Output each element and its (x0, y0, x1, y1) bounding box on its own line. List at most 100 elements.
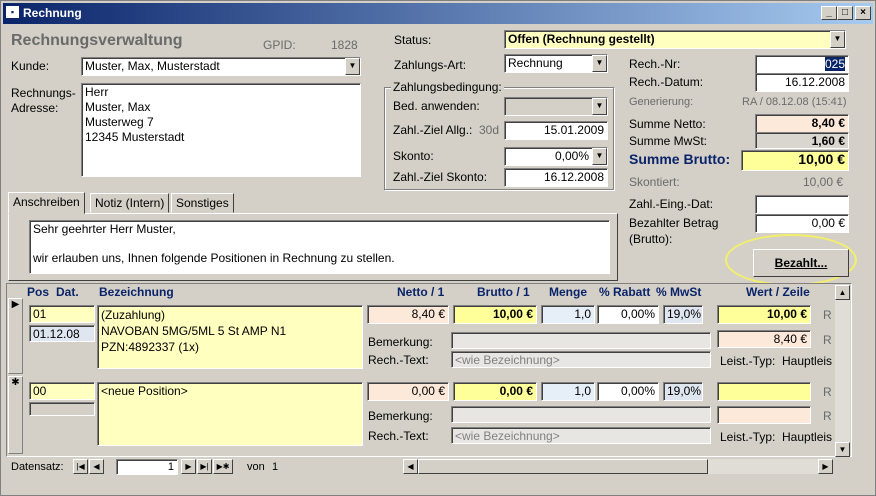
row-invoice-text-label: Rech.-Text: (368, 353, 429, 367)
chevron-down-icon[interactable]: ▼ (830, 31, 845, 48)
first-record-icon[interactable]: |◀ (73, 459, 88, 474)
row-net[interactable]: 8,40 € (367, 305, 449, 324)
row-pos[interactable]: 00 (29, 382, 95, 400)
window-title: Rechnung (23, 6, 82, 20)
col-gross: Brutto / 1 (477, 285, 530, 299)
discount-select[interactable]: 0,00% ▼ (504, 147, 608, 166)
vat-total-label: Summe MwSt: (629, 134, 708, 148)
apply-terms-select[interactable]: ▼ (504, 97, 608, 116)
tab-notiz[interactable]: Notiz (Intern) (90, 193, 170, 213)
row-date[interactable] (29, 402, 95, 416)
net-total-value: 8,40 € (755, 114, 849, 133)
invoice-date-field[interactable]: 16.12.2008 (755, 73, 849, 92)
payment-received-date-label: Zahl.-Eing.-Dat: (629, 197, 714, 211)
payment-received-date-field[interactable] (755, 195, 849, 214)
tab-anschreiben[interactable]: Anschreiben (8, 192, 85, 214)
row-line-gross: 10,00 € (717, 305, 811, 324)
row-gross[interactable]: 0,00 € (453, 382, 537, 401)
scroll-down-icon[interactable]: ▼ (835, 442, 850, 457)
row-line-gross (717, 382, 811, 401)
customer-label: Kunde: (11, 59, 50, 73)
record-total: 1 (272, 461, 279, 473)
address-line: Herr (85, 85, 109, 99)
gpid-value: 1828 (331, 38, 358, 52)
discount-due-field[interactable]: 16.12.2008 (504, 168, 608, 187)
net-total-label: Summe Netto: (629, 117, 706, 131)
row-selector-current[interactable]: ▶ (8, 298, 23, 374)
discounted-label: Skontiert: (629, 175, 680, 189)
status-label: Status: (394, 33, 432, 47)
chevron-down-icon[interactable]: ▼ (345, 58, 360, 75)
paid-button[interactable]: Bezahlt... (753, 249, 849, 277)
row-gross[interactable]: 10,00 € (453, 305, 537, 324)
row-net[interactable]: 0,00 € (367, 382, 449, 401)
record-number-field[interactable]: 1 (116, 459, 178, 475)
row-invoice-text-field[interactable]: <wie Bezeichnung> (451, 427, 711, 444)
row-line-net: 8,40 € (717, 330, 811, 348)
paid-amount-label-1: Bezahlter Betrag (629, 216, 719, 230)
row-description[interactable]: <neue Position> (97, 382, 363, 446)
generation-value: RA / 08.12.08 (15:41) (742, 96, 847, 108)
gross-total-value: 10,00 € (741, 150, 849, 171)
payment-type-select[interactable]: Rechnung ▼ (504, 54, 608, 73)
address-field[interactable]: Herr Muster, Max Musterweg 7 12345 Muste… (81, 83, 361, 177)
paid-amount-field[interactable]: 0,00 € (755, 214, 849, 233)
letter-line: wir erlauben uns, Ihnen folgende Positio… (33, 251, 395, 265)
due-date-label: Zahl.-Ziel Allg.: (393, 123, 473, 137)
scroll-up-icon[interactable]: ▲ (835, 285, 850, 300)
new-record-icon[interactable]: ▶✱ (213, 459, 233, 474)
letter-text[interactable]: Sehr geehrter Herr Muster, wir erlauben … (29, 220, 610, 274)
col-description: Bezeichnung (99, 285, 174, 299)
tab-sonstiges[interactable]: Sonstiges (171, 193, 234, 213)
row-invoice-text-field[interactable]: <wie Bezeichnung> (451, 351, 711, 368)
chevron-down-icon[interactable]: ▼ (592, 98, 607, 115)
app-icon: ▪ (6, 6, 19, 18)
due-date-field[interactable]: 15.01.2009 (504, 121, 608, 140)
row-discount[interactable]: 0,00% (597, 305, 659, 324)
gross-total-label: Summe Brutto: (629, 151, 731, 167)
chevron-down-icon[interactable]: ▼ (592, 148, 607, 165)
vat-total-value: 1,60 € (755, 132, 849, 149)
close-button[interactable]: × (855, 6, 871, 20)
invoice-window: Rechnung ▪ _ □ × Rechnungsverwaltung GPI… (0, 0, 876, 496)
row-qty[interactable]: 1,0 (541, 382, 595, 401)
row-service-type-value: Hauptleis (782, 430, 833, 444)
col-discount: % Rabatt (599, 285, 651, 299)
row-vat[interactable]: 19,0% (663, 382, 703, 401)
row-service-type-label: Leist.-Typ: (720, 354, 776, 368)
apply-terms-label: Bed. anwenden: (393, 99, 480, 113)
row-remark-field[interactable] (451, 406, 711, 423)
row-date[interactable]: 01.12.08 (29, 325, 95, 342)
row-pos[interactable]: 01 (29, 305, 95, 323)
row-cut-label: R (823, 385, 832, 399)
prev-record-icon[interactable]: ◀ (89, 459, 104, 474)
col-vat: % MwSt (656, 285, 702, 299)
chevron-down-icon[interactable]: ▼ (592, 55, 607, 72)
horizontal-scroll-thumb[interactable] (418, 459, 708, 474)
row-selector-new[interactable]: ✱ (8, 376, 23, 454)
last-record-icon[interactable]: ▶| (197, 459, 212, 474)
col-pos: Pos (27, 285, 50, 299)
status-select[interactable]: Offen (Rechnung gestellt) ▼ (504, 30, 846, 49)
discount-due-label: Zahl.-Ziel Skonto: (393, 170, 488, 184)
row-vat[interactable]: 19,0% (663, 305, 703, 324)
row-remark-field[interactable] (451, 332, 711, 349)
scroll-left-icon[interactable]: ◀ (403, 459, 418, 474)
due-days: 30d (479, 123, 500, 137)
row-cut-label: R (823, 308, 832, 322)
address-line: 12345 Musterstadt (85, 130, 185, 144)
next-record-icon[interactable]: ▶ (181, 459, 196, 474)
maximize-button[interactable]: □ (837, 6, 853, 20)
row-description[interactable]: (Zuzahlung) NAVOBAN 5MG/5ML 5 St AMP N1 PZ… (97, 305, 363, 369)
row-qty[interactable]: 1,0 (541, 305, 595, 324)
title-bar[interactable]: Rechnung (3, 3, 873, 24)
customer-select[interactable]: Muster, Max, Musterstadt ▼ (81, 57, 361, 76)
row-discount[interactable]: 0,00% (597, 382, 659, 401)
row-service-type-value: Hauptleis (782, 354, 833, 368)
minimize-button[interactable]: _ (821, 6, 837, 20)
scroll-right-icon[interactable]: ▶ (818, 459, 833, 474)
col-qty: Menge (549, 285, 588, 299)
invoice-nr-field[interactable]: 025 (755, 55, 849, 74)
vertical-scrollbar[interactable] (835, 300, 850, 442)
paid-amount-label-2: (Brutto): (629, 232, 673, 246)
